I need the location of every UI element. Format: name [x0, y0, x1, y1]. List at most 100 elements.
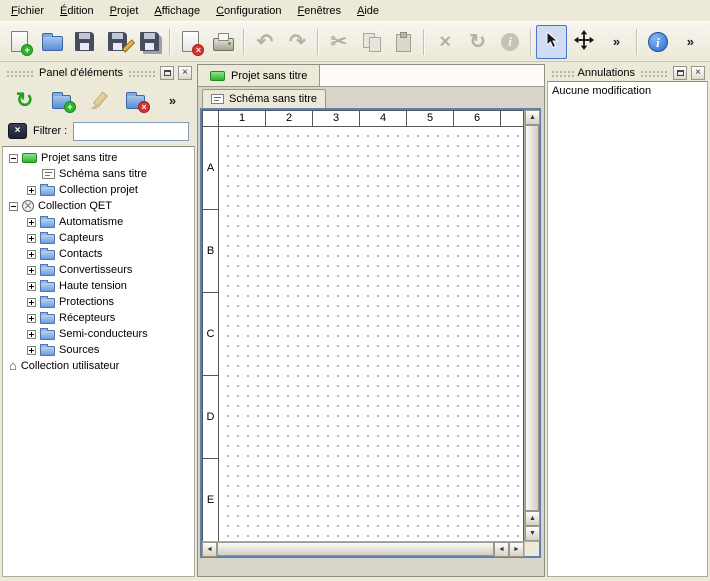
scrollbar-corner — [524, 542, 539, 556]
tree-item-sources[interactable]: Sources — [6, 342, 194, 358]
printer-icon — [213, 38, 234, 51]
vertical-scrollbar[interactable]: ▲ ▲ ▼ — [524, 110, 539, 541]
dock-grip[interactable] — [127, 69, 156, 77]
expand-expander-icon[interactable] — [27, 346, 36, 355]
rotate-button[interactable]: ↻ — [462, 25, 493, 59]
folder-icon — [40, 298, 55, 308]
diagram-canvas[interactable] — [219, 127, 523, 541]
menu-fichier[interactable]: Fichier — [3, 2, 52, 20]
expand-expander-icon[interactable] — [27, 218, 36, 227]
expand-expander-icon[interactable] — [27, 266, 36, 275]
scroll-down-button[interactable]: ▼ — [525, 526, 540, 541]
panel-overflow-button[interactable]: » — [158, 85, 187, 115]
menu-configuration[interactable]: Configuration — [208, 2, 289, 20]
horizontal-scroll-track[interactable] — [217, 542, 494, 556]
redo-button[interactable]: ↷ — [282, 25, 313, 59]
collapse-expander-icon[interactable] — [9, 154, 18, 163]
undo-button[interactable]: ↶ — [249, 25, 280, 59]
tree-item-projet-sans-titre[interactable]: Projet sans titre — [6, 150, 194, 166]
schema-tab[interactable]: Schéma sans titre — [202, 89, 326, 108]
ruler-corner — [203, 111, 219, 126]
dock-grip[interactable] — [5, 69, 35, 77]
close-panel-button[interactable]: × — [178, 66, 192, 80]
tree-item-semi-conducteurs[interactable]: Semi-conducteurs — [6, 326, 194, 342]
scroll-left-button[interactable]: ◄ — [202, 542, 217, 557]
expand-expander-icon[interactable] — [27, 330, 36, 339]
scroll-up-button[interactable]: ▲ — [525, 110, 540, 125]
tree-item-protections[interactable]: Protections — [6, 294, 194, 310]
expand-expander-icon[interactable] — [27, 298, 36, 307]
vertical-scroll-thumb[interactable] — [525, 125, 539, 511]
expand-expander-icon[interactable] — [27, 282, 36, 291]
menu-aide[interactable]: Aide — [349, 2, 387, 20]
open-project-button[interactable] — [36, 25, 67, 59]
undo-panel-title: Annulations — [578, 67, 636, 79]
menu-affichage[interactable]: Affichage — [146, 2, 208, 20]
toolbar-overflow-button[interactable]: » — [601, 25, 632, 59]
print-button[interactable] — [208, 25, 239, 59]
reload-collections-button[interactable]: ↻ — [10, 85, 39, 115]
delete-button[interactable]: × — [429, 25, 460, 59]
expand-expander-icon[interactable] — [27, 234, 36, 243]
copy-button[interactable] — [356, 25, 387, 59]
close-panel-button[interactable]: × — [691, 66, 705, 80]
tree-item-capteurs[interactable]: Capteurs — [6, 230, 194, 246]
dock-grip[interactable] — [550, 69, 574, 77]
element-info-button[interactable]: i — [494, 25, 525, 59]
tree-item-recepteurs[interactable]: Récepteurs — [6, 310, 194, 326]
paste-button[interactable] — [388, 25, 419, 59]
tree-item-haute-tension[interactable]: Haute tension — [6, 278, 194, 294]
horizontal-scrollbar[interactable]: ◄ ◄ ► — [202, 542, 524, 556]
scroll-left-button[interactable]: ◄ — [494, 542, 509, 557]
elements-panel-titlebar[interactable]: Panel d'éléments × — [2, 64, 195, 81]
horizontal-scroll-thumb[interactable] — [217, 542, 494, 556]
select-tool-button[interactable] — [536, 25, 567, 59]
rotate-icon: ↻ — [469, 32, 486, 52]
column-header: 3 — [313, 111, 360, 126]
filter-input[interactable] — [73, 122, 189, 141]
menu-projet[interactable]: Projet — [102, 2, 147, 20]
scroll-right-button[interactable]: ► — [509, 542, 524, 557]
save-as-button[interactable] — [101, 25, 132, 59]
new-project-button[interactable]: + — [4, 25, 35, 59]
move-tool-button[interactable] — [568, 25, 599, 59]
cut-button[interactable]: ✂ — [323, 25, 354, 59]
expand-expander-icon[interactable] — [27, 186, 36, 195]
toolbar-separator — [169, 29, 171, 55]
diagram-view: 1 2 3 4 5 6 A — [200, 108, 541, 558]
about-button[interactable]: i — [642, 25, 673, 59]
dock-grip[interactable] — [639, 69, 669, 77]
save-button[interactable] — [69, 25, 100, 59]
menu-bar: Fichier Édition Projet Affichage Configu… — [0, 0, 710, 22]
edit-element-button[interactable] — [84, 85, 113, 115]
float-panel-button[interactable] — [160, 66, 174, 80]
row-header: B — [203, 210, 218, 293]
close-file-button[interactable]: × — [175, 25, 206, 59]
tree-item-collection-projet[interactable]: Collection projet — [6, 182, 194, 198]
float-panel-button[interactable] — [673, 66, 687, 80]
menu-edition[interactable]: Édition — [52, 2, 102, 20]
help-overflow-button[interactable]: » — [675, 25, 706, 59]
collapse-expander-icon[interactable] — [9, 202, 18, 211]
project-tab[interactable]: Projet sans titre — [198, 65, 320, 86]
undo-panel-titlebar[interactable]: Annulations × — [547, 64, 708, 81]
tree-item-automatisme[interactable]: Automatisme — [6, 214, 194, 230]
expand-expander-icon[interactable] — [27, 314, 36, 323]
save-all-button[interactable] — [134, 25, 165, 59]
folder-icon — [40, 282, 55, 292]
undo-list[interactable]: Aucune modification — [547, 81, 708, 577]
tree-item-collection-qet[interactable]: Collection QET — [6, 198, 194, 214]
vertical-scroll-track[interactable] — [525, 125, 539, 511]
new-element-button[interactable]: + — [47, 85, 76, 115]
tree-item-label: Récepteurs — [59, 312, 115, 324]
scroll-up-button[interactable]: ▲ — [525, 511, 540, 526]
tree-item-convertisseurs[interactable]: Convertisseurs — [6, 262, 194, 278]
expand-expander-icon[interactable] — [27, 250, 36, 259]
tree-item-collection-utilisateur[interactable]: ⌂ Collection utilisateur — [6, 358, 194, 374]
tree-item-contacts[interactable]: Contacts — [6, 246, 194, 262]
column-header: 5 — [407, 111, 454, 126]
menu-fenetres[interactable]: Fenêtres — [290, 2, 349, 20]
clear-filter-button[interactable]: × — [8, 123, 27, 139]
delete-element-button[interactable]: × — [121, 85, 150, 115]
tree-item-schema-sans-titre[interactable]: Schéma sans titre — [6, 166, 194, 182]
